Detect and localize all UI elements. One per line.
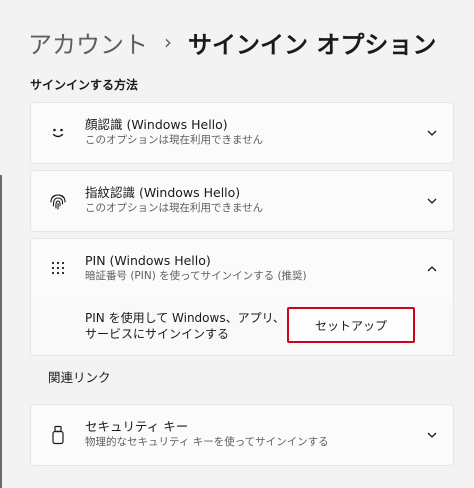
option-face-card[interactable]: 顔認識 (Windows Hello) このオプションは現在利用できません <box>30 102 454 164</box>
security-key-title: セキュリティ キー <box>85 419 189 434</box>
related-links-title: 関連リンク <box>48 369 111 385</box>
related-links-header: 関連リンク <box>30 356 454 396</box>
window-left-edge <box>0 175 2 488</box>
option-pin-card[interactable]: PIN (Windows Hello) 暗証番号 (PIN) を使ってサインイン… <box>30 238 454 299</box>
option-face-title: 顔認識 (Windows Hello) <box>85 117 228 132</box>
option-pin-title: PIN (Windows Hello) <box>85 253 211 268</box>
option-security-key-card[interactable]: セキュリティ キー 物理的なセキュリティ キーを使ってサインインする <box>30 404 454 466</box>
pin-expanded-panel: PIN を使用して Windows、アプリ、 サービスにサインインする セットア… <box>30 298 454 356</box>
breadcrumb: アカウント › サインイン オプション <box>28 24 436 60</box>
option-fingerprint-title: 指紋認識 (Windows Hello) <box>85 185 241 200</box>
pin-setup-button[interactable]: セットアップ <box>287 307 415 343</box>
option-fingerprint-subtitle: このオプションは現在利用できません <box>85 202 264 214</box>
usb-key-icon <box>47 424 69 446</box>
page-title: サインイン オプション <box>188 30 437 59</box>
security-key-subtitle: 物理的なセキュリティ キーを使ってサインインする <box>85 436 329 448</box>
breadcrumb-separator: › <box>164 30 172 54</box>
section-title: サインインする方法 <box>30 78 139 92</box>
smile-face-icon <box>47 122 69 144</box>
option-fingerprint-card[interactable]: 指紋認識 (Windows Hello) このオプションは現在利用できません <box>30 170 454 232</box>
pin-description-line2: サービスにサインインする <box>85 327 230 341</box>
pin-description-line1: PIN を使用して Windows、アプリ、 <box>85 311 285 325</box>
chevron-down-icon[interactable] <box>425 194 439 208</box>
keypad-dots-icon <box>47 258 69 280</box>
chevron-up-icon[interactable] <box>425 262 439 276</box>
fingerprint-icon <box>47 190 69 212</box>
option-pin-subtitle: 暗証番号 (PIN) を使ってサインインする (推奨) <box>85 270 307 282</box>
breadcrumb-parent-accounts[interactable]: アカウント <box>28 25 148 60</box>
option-face-subtitle: このオプションは現在利用できません <box>85 134 264 146</box>
pin-description: PIN を使用して Windows、アプリ、 サービスにサインインする <box>85 310 285 342</box>
chevron-down-icon[interactable] <box>425 126 439 140</box>
chevron-down-icon[interactable] <box>425 428 439 442</box>
